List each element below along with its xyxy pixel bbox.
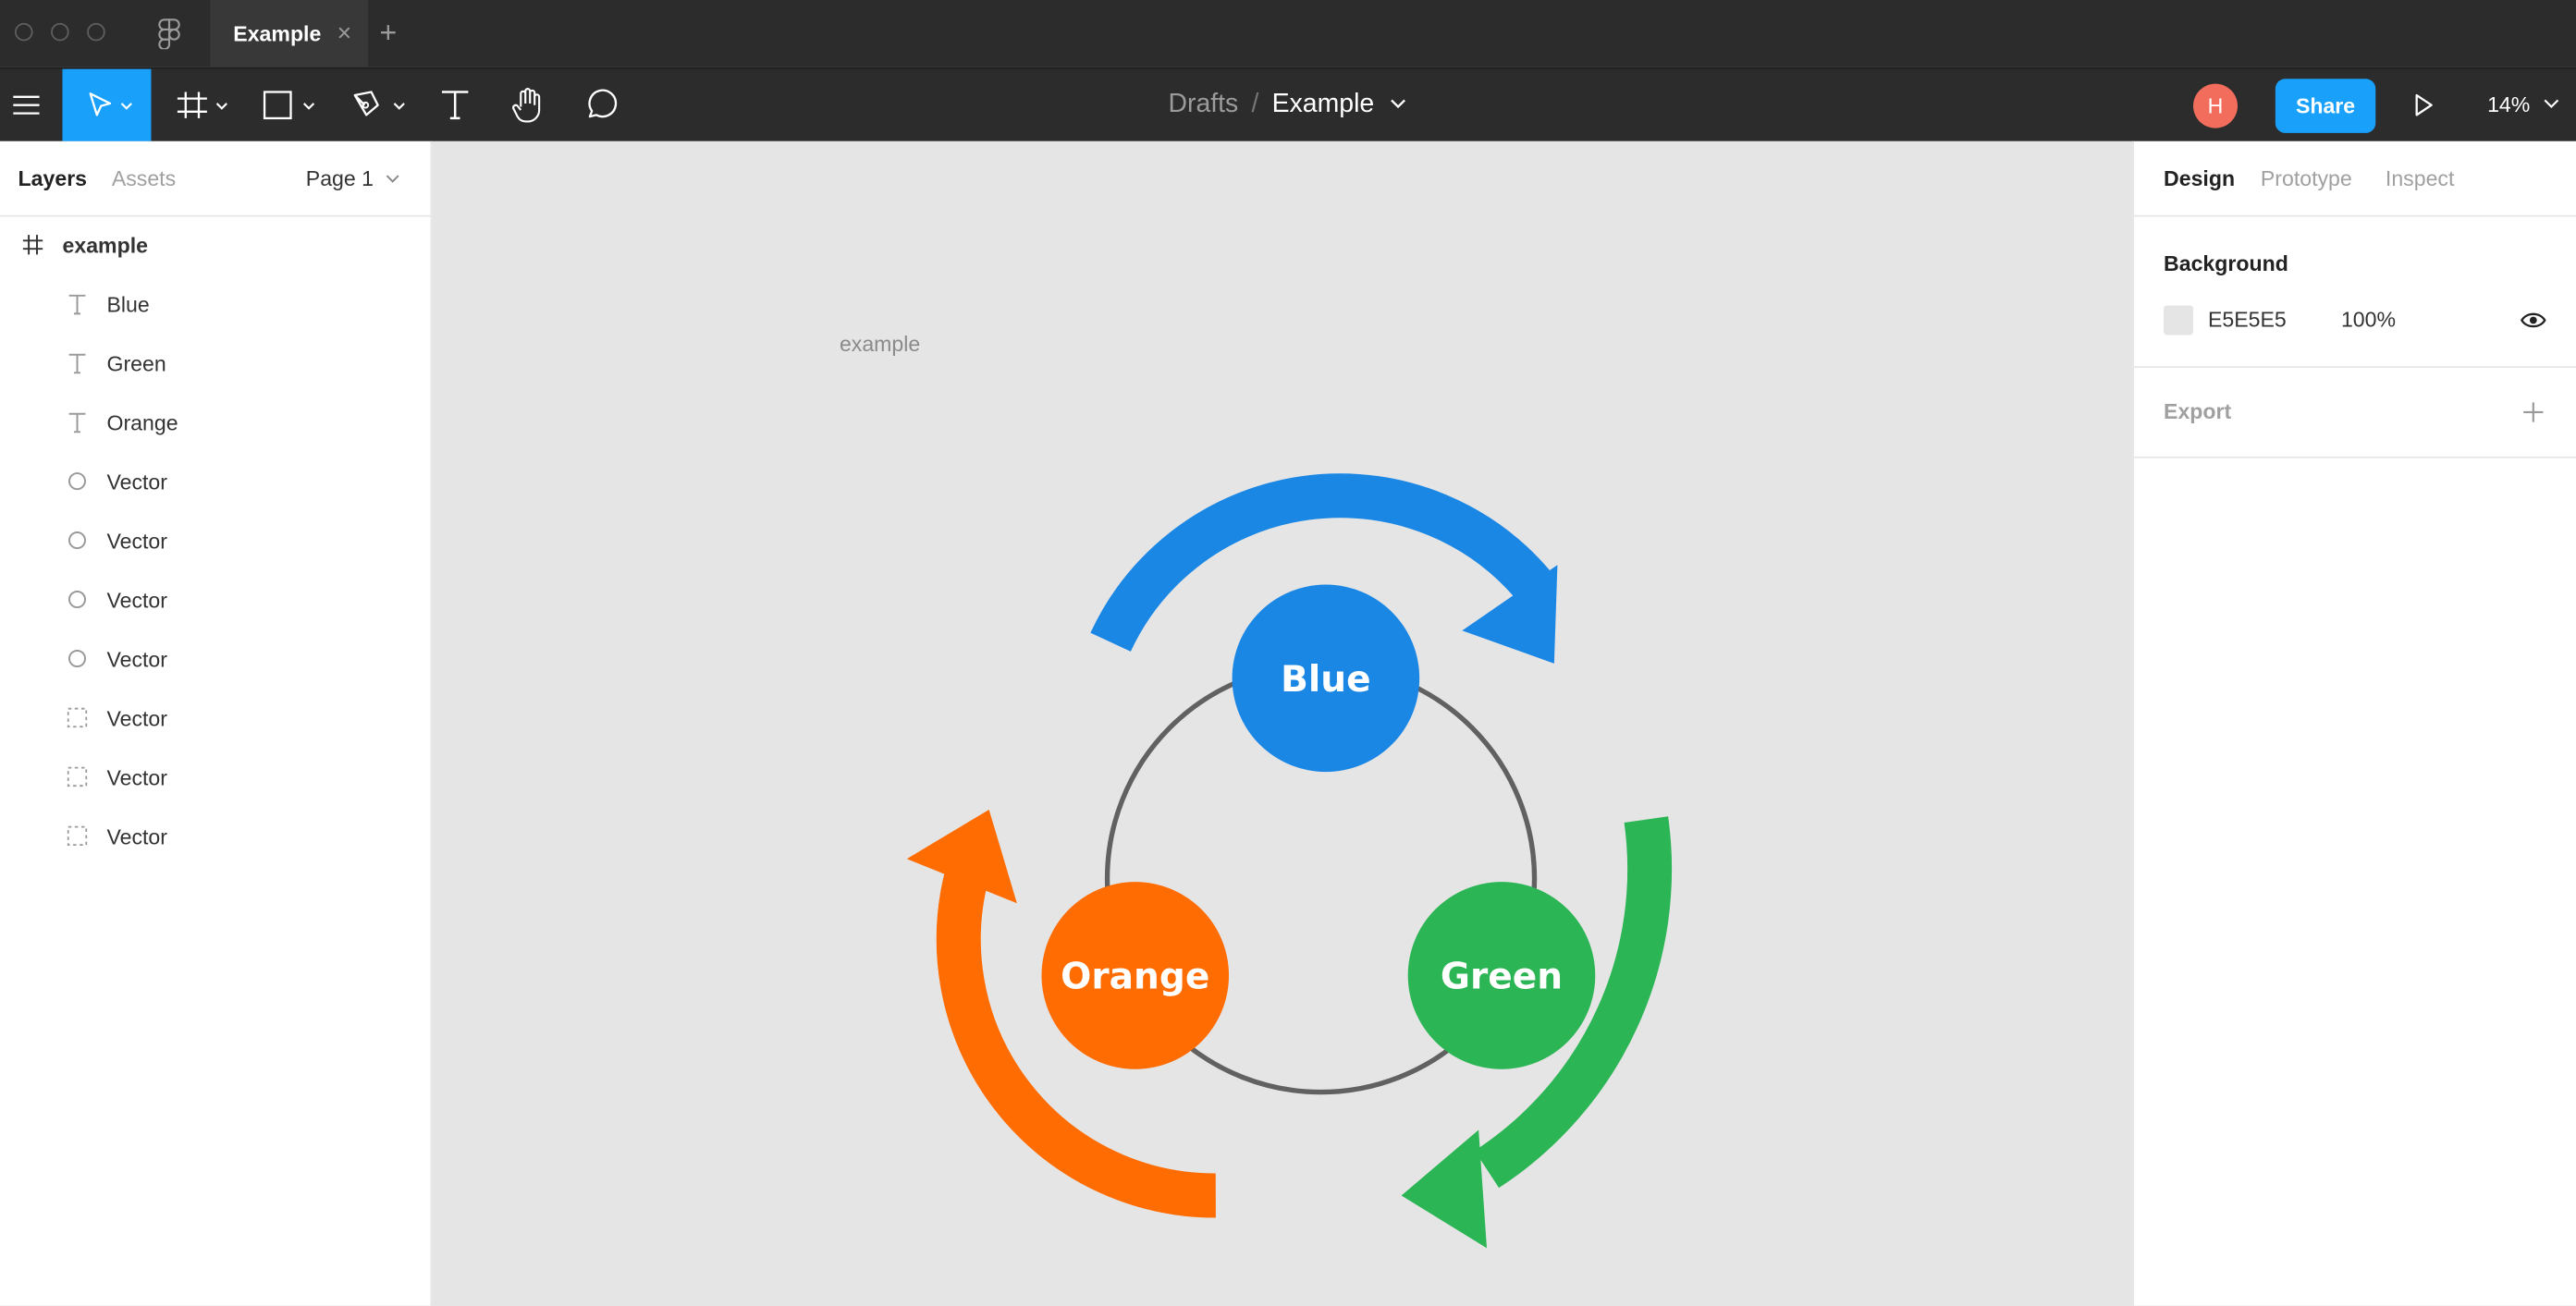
eye-visibility-icon[interactable]: [2521, 311, 2546, 330]
user-avatar[interactable]: H: [2193, 83, 2239, 128]
app-window: Example × + Drafts / Example H Share 14%…: [0, 0, 2576, 1306]
background-title: Background: [2164, 250, 2288, 276]
page-selector-label: Page 1: [305, 165, 374, 191]
text-layer-icon: [68, 294, 86, 315]
breadcrumb: Drafts / Example: [0, 69, 2576, 141]
layer-frame-example[interactable]: example: [0, 217, 431, 276]
background-section: Background: [2134, 217, 2576, 369]
tab-close-icon[interactable]: ×: [337, 0, 352, 67]
layer-item-vector[interactable]: Vector: [0, 749, 431, 808]
vector-layer-icon: [67, 825, 88, 847]
layer-item-vector[interactable]: Vector: [0, 453, 431, 512]
ellipse-layer-icon: [68, 591, 87, 609]
layer-item-blue[interactable]: Blue: [0, 276, 431, 336]
orange-node-label[interactable]: Orange: [1061, 957, 1209, 998]
layer-label: Vector: [106, 764, 167, 790]
background-hex-input[interactable]: E5E5E5: [2208, 307, 2287, 332]
layer-label: Orange: [106, 410, 178, 435]
window-zoom-button[interactable]: [87, 22, 105, 42]
layer-label: Vector: [106, 470, 167, 494]
tab-title: Example: [233, 21, 322, 46]
ellipse-layer-icon: [68, 472, 87, 491]
background-opacity-input[interactable]: 100%: [2341, 307, 2396, 332]
share-button[interactable]: Share: [2275, 79, 2376, 133]
zoom-level: 14%: [2487, 92, 2531, 117]
breadcrumb-drafts[interactable]: Drafts: [1168, 91, 1238, 118]
properties-tabs: Design Prototype Inspect: [2134, 141, 2576, 217]
vector-layer-icon: [67, 766, 88, 787]
vector-layer-icon: [67, 707, 88, 728]
breadcrumb-separator: /: [1251, 90, 1259, 118]
background-color-swatch[interactable]: [2164, 305, 2194, 336]
window-minimize-button[interactable]: [51, 22, 69, 42]
tab-assets[interactable]: Assets: [112, 141, 176, 217]
layer-item-vector[interactable]: Vector: [0, 630, 431, 690]
chevron-down-icon: [386, 175, 399, 183]
chevron-down-icon: [2543, 99, 2558, 108]
ellipse-layer-icon: [68, 649, 87, 668]
layer-item-orange[interactable]: Orange: [0, 394, 431, 453]
toolbar: Drafts / Example H Share 14%: [0, 67, 2576, 141]
present-play-icon[interactable]: [2410, 92, 2436, 118]
layer-label: Vector: [106, 824, 167, 849]
text-layer-icon: [68, 412, 86, 433]
layers-panel: Layers Assets Page 1 example Blue Green: [0, 140, 433, 1306]
tab-prototype[interactable]: Prototype: [2261, 141, 2352, 217]
export-title: Export: [2164, 398, 2232, 424]
blue-node-label[interactable]: Blue: [1281, 659, 1371, 701]
frame-hash-icon: [22, 235, 43, 255]
properties-panel: Design Prototype Inspect Background E5E5…: [2132, 140, 2576, 1306]
green-arrow-head[interactable]: [1401, 1129, 1488, 1249]
layer-label: Green: [106, 351, 166, 376]
title-bar: Example × +: [0, 0, 2576, 67]
export-section: Export: [2134, 368, 2576, 458]
layer-item-vector[interactable]: Vector: [0, 571, 431, 630]
zoom-menu[interactable]: 14%: [2487, 69, 2560, 141]
breadcrumb-file-name[interactable]: Example: [1272, 91, 1375, 118]
layer-label: example: [62, 233, 148, 258]
layer-label: Vector: [106, 588, 167, 613]
layer-item-green[interactable]: Green: [0, 335, 431, 394]
page-selector[interactable]: Page 1: [306, 141, 401, 217]
figma-logo-icon[interactable]: [158, 18, 181, 50]
tab-example[interactable]: Example ×: [210, 0, 369, 67]
chevron-down-icon[interactable]: [1388, 95, 1407, 112]
layer-item-vector[interactable]: Vector: [0, 808, 431, 867]
green-node-label[interactable]: Green: [1441, 957, 1563, 998]
cycle-diagram: Blue Orange Green: [906, 473, 1673, 1249]
layer-item-vector[interactable]: Vector: [0, 512, 431, 571]
ellipse-layer-icon: [68, 531, 87, 550]
add-export-plus-icon[interactable]: [2521, 401, 2545, 424]
layer-label: Vector: [106, 529, 167, 554]
tab-layers[interactable]: Layers: [18, 141, 87, 217]
layer-label: Vector: [106, 706, 167, 731]
text-layer-icon: [68, 353, 86, 374]
new-tab-button[interactable]: +: [379, 0, 397, 67]
window-close-button[interactable]: [14, 22, 33, 42]
layer-item-vector[interactable]: Vector: [0, 690, 431, 749]
tab-inspect[interactable]: Inspect: [2386, 141, 2454, 217]
layer-label: Blue: [106, 292, 150, 317]
tab-design[interactable]: Design: [2164, 141, 2235, 217]
layer-label: Vector: [106, 647, 167, 672]
layers-panel-header: Layers Assets Page 1: [0, 141, 431, 217]
canvas[interactable]: example Blue Orange Green: [432, 140, 2133, 1306]
